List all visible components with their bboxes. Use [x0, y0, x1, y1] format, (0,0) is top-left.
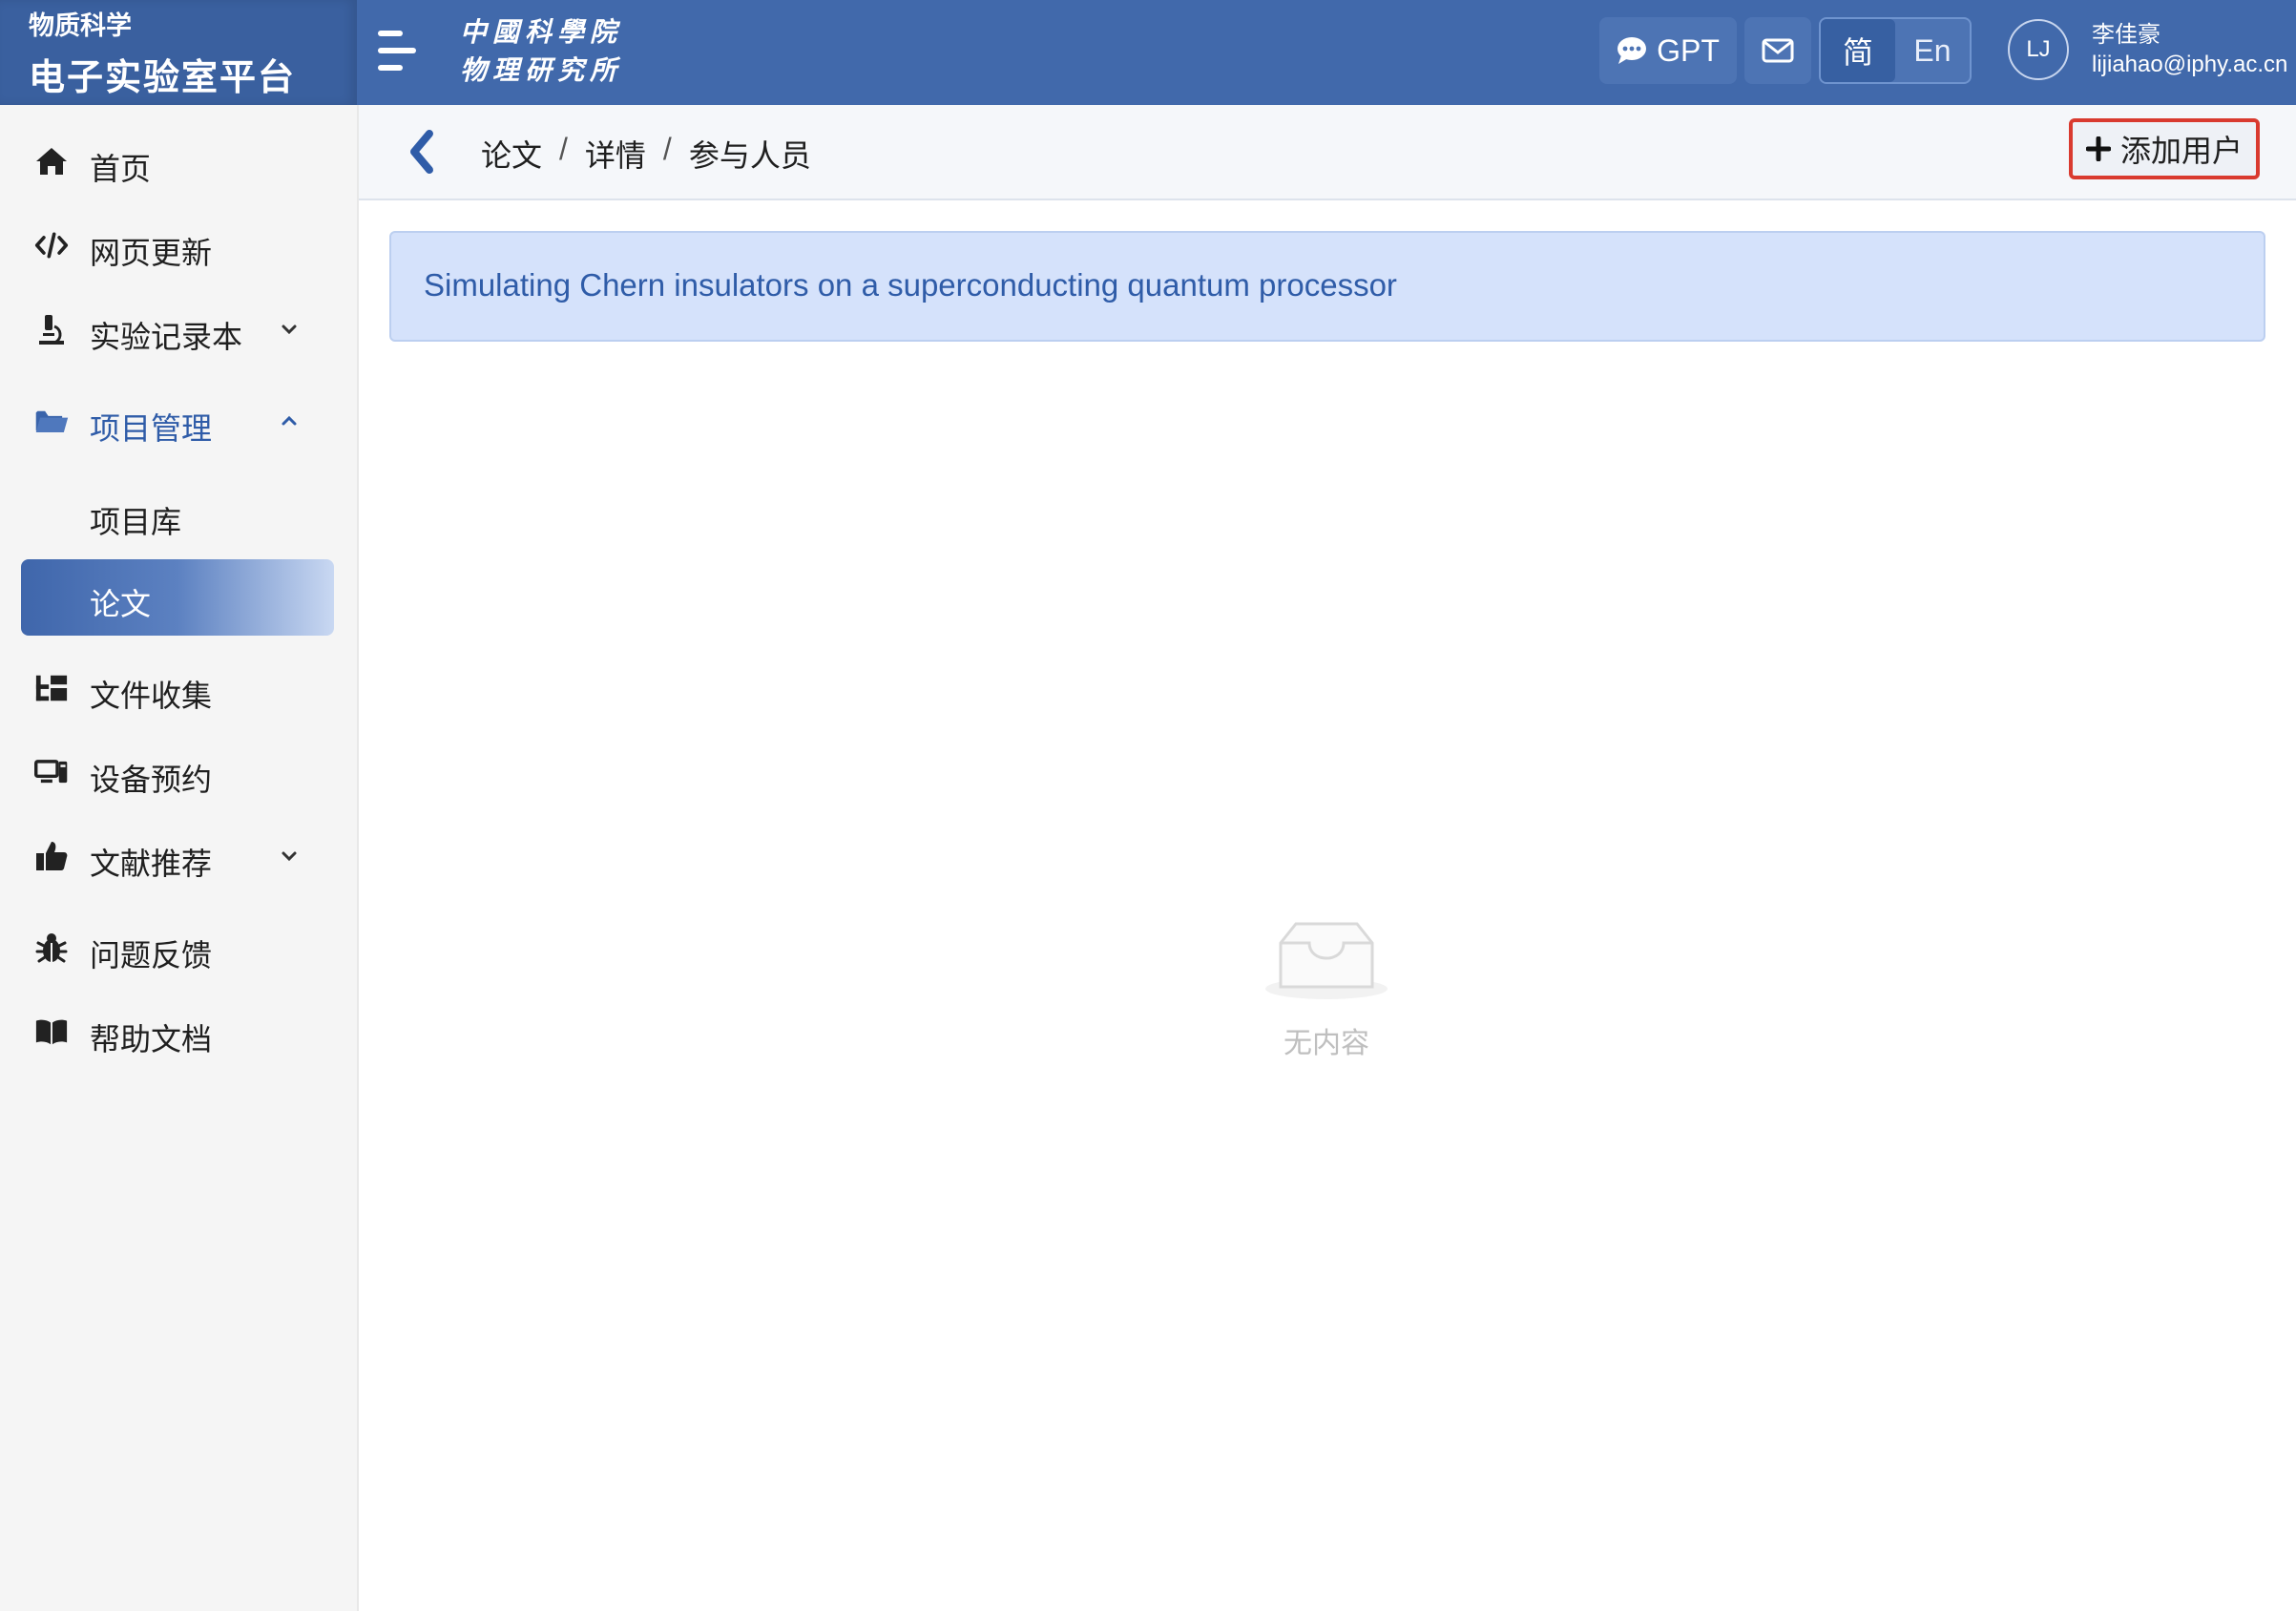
plus-icon	[2085, 136, 2111, 161]
sidebar-item-help-docs[interactable]: 帮助文档	[0, 1000, 357, 1063]
gpt-label: GPT	[1657, 32, 1720, 68]
sidebar-item-project-management[interactable]: 项目管理	[0, 389, 357, 452]
folder-icon	[34, 406, 69, 436]
user-email: lijiahao@iphy.ac.cn	[2092, 52, 2288, 77]
add-user-button[interactable]: 添加用户	[2069, 118, 2260, 179]
back-button[interactable]	[403, 128, 441, 176]
brand[interactable]: 物质科学 电子实验室平台	[0, 0, 357, 105]
sidebar-item-label: 文件收集	[90, 679, 213, 713]
lang-zh-button[interactable]: 简	[1821, 19, 1895, 82]
chevron-up-icon	[282, 415, 297, 426]
sidebar-item-label: 问题反馈	[90, 938, 213, 973]
sidebar-item-home[interactable]: 首页	[0, 130, 357, 193]
sidebar-subitem-project-library[interactable]: 项目库	[21, 477, 334, 554]
chat-bubble-icon	[1618, 37, 1647, 64]
sidebar-item-label: 帮助文档	[90, 1022, 213, 1057]
sidebar-item-label: 网页更新	[90, 236, 213, 270]
sidebar-item-lab-notebook[interactable]: 实验记录本	[0, 298, 357, 361]
hamburger-icon[interactable]	[378, 27, 416, 74]
brand-subtitle: 物质科学	[29, 11, 132, 40]
sidebar-item-file-collection[interactable]: 文件收集	[0, 657, 357, 720]
chevron-left-icon	[410, 130, 433, 174]
empty-inbox-icon	[1265, 922, 1388, 999]
add-user-label: 添加用户	[2119, 134, 2243, 168]
sidebar-subitem-label: 论文	[90, 587, 152, 621]
sidebar-item-label: 项目管理	[90, 411, 213, 446]
sidebar-item-feedback[interactable]: 问题反馈	[0, 916, 357, 979]
breadcrumb-participants: 参与人员	[688, 138, 811, 173]
breadcrumb-separator: /	[559, 132, 568, 166]
breadcrumb: 论文 / 详情 / 参与人员	[481, 132, 811, 176]
sidebar-item-label: 文献推荐	[90, 847, 213, 881]
user-name: 李佳豪	[2092, 22, 2160, 48]
lang-en-button[interactable]: En	[1895, 19, 1970, 82]
paper-title-banner: Simulating Chern insulators on a superco…	[389, 231, 2265, 342]
thumbs-up-icon	[34, 841, 69, 871]
device-icon	[34, 757, 69, 787]
sidebar-item-label: 首页	[90, 152, 152, 186]
breadcrumb-details[interactable]: 详情	[585, 132, 646, 176]
bug-icon	[34, 932, 69, 963]
brand-title: 电子实验室平台	[29, 58, 297, 98]
top-bar: 物质科学 电子实验室平台 中國科學院 物理研究所 GPT 简 En LJ 李佳豪…	[0, 0, 2296, 105]
microscope-icon	[34, 314, 69, 345]
institute-logo-line2: 物理研究所	[460, 54, 623, 86]
content-header: 论文 / 详情 / 参与人员 添加用户	[359, 105, 2296, 200]
institute-logo: 中國科學院 物理研究所	[460, 13, 622, 90]
language-switch: 简 En	[1819, 17, 1972, 84]
sidebar-item-web-update[interactable]: 网页更新	[0, 214, 357, 277]
institute-logo-line1: 中國科學院	[460, 16, 623, 48]
book-icon	[34, 1016, 69, 1047]
sidebar-item-label: 实验记录本	[90, 320, 243, 354]
gpt-button[interactable]: GPT	[1599, 17, 1737, 84]
sidebar-item-label: 设备预约	[90, 763, 213, 797]
breadcrumb-separator: /	[662, 132, 672, 166]
avatar[interactable]: LJ	[2008, 19, 2069, 80]
chevron-down-icon	[282, 851, 297, 862]
sidebar: 首页 网页更新 实验记录本 项目管理 项目库 论文 文件收集 设备预约 文献推荐…	[0, 105, 359, 1611]
breadcrumb-papers[interactable]: 论文	[481, 132, 542, 176]
sidebar-item-device-booking[interactable]: 设备预约	[0, 741, 357, 804]
tree-icon	[34, 673, 69, 703]
mail-button[interactable]	[1744, 17, 1811, 84]
sidebar-item-literature[interactable]: 文献推荐	[0, 825, 357, 888]
sidebar-subitem-papers[interactable]: 论文	[21, 559, 334, 636]
paper-title: Simulating Chern insulators on a superco…	[424, 267, 1397, 303]
code-icon	[34, 230, 69, 261]
sidebar-subitem-label: 项目库	[90, 505, 182, 539]
home-icon	[34, 146, 69, 177]
chevron-down-icon	[282, 324, 297, 335]
mail-icon	[1762, 38, 1794, 63]
empty-state-text: 无内容	[1284, 1028, 1369, 1059]
